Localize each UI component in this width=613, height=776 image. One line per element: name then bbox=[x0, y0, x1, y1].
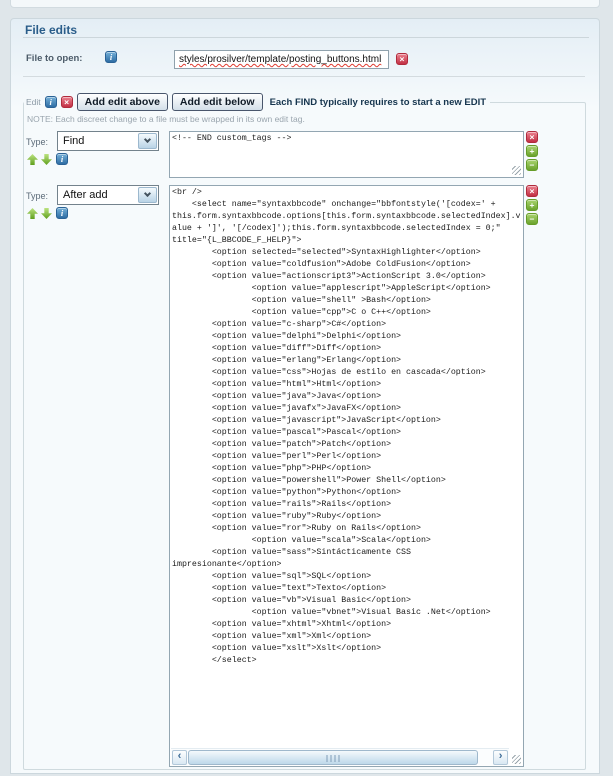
edit-type-select-find[interactable]: Find bbox=[57, 131, 159, 151]
add-row-icon[interactable]: + bbox=[526, 199, 538, 211]
resize-grip-icon[interactable] bbox=[512, 166, 521, 175]
info-icon[interactable]: i bbox=[56, 207, 68, 219]
file-to-open-label: File to open: bbox=[26, 53, 82, 64]
info-icon[interactable]: i bbox=[45, 96, 57, 108]
edit-legend: Edit i × Add edit above Add edit below E… bbox=[24, 93, 490, 111]
delete-edit-icon[interactable]: × bbox=[61, 96, 73, 108]
delete-row-icon[interactable]: × bbox=[526, 185, 538, 197]
add-row-icon[interactable]: + bbox=[526, 145, 538, 157]
info-icon[interactable]: i bbox=[105, 51, 117, 63]
section-divider bbox=[23, 76, 585, 77]
title-divider bbox=[23, 37, 589, 38]
page-title: File edits bbox=[25, 23, 77, 37]
file-to-open-value: styles/prosilver/template/posting_button… bbox=[179, 54, 381, 65]
file-edits-panel: File edits File to open: i styles/prosil… bbox=[10, 18, 600, 774]
find-code-textarea[interactable]: <!-- END custom_tags --> bbox=[169, 131, 524, 178]
type-label: Type: bbox=[26, 137, 48, 147]
after-add-code-textarea[interactable]: <br /> <select name="syntaxbbcode" oncha… bbox=[169, 185, 524, 767]
scrollbar-thumb[interactable] bbox=[188, 750, 478, 765]
delete-file-icon[interactable]: × bbox=[396, 53, 408, 65]
scrollbar-grip-icon bbox=[327, 755, 340, 762]
edit-type-select-after-add[interactable]: After add bbox=[57, 185, 159, 205]
delete-row-icon[interactable]: × bbox=[526, 131, 538, 143]
info-icon[interactable]: i bbox=[56, 153, 68, 165]
page: { "panel": { "title": "File edits" }, "f… bbox=[0, 0, 613, 776]
previous-panel-edge bbox=[10, 0, 600, 8]
add-edit-below-button[interactable]: Add edit below bbox=[172, 93, 263, 111]
remove-row-icon[interactable]: − bbox=[526, 213, 538, 225]
chevron-down-icon bbox=[138, 133, 157, 149]
resize-grip-icon[interactable] bbox=[512, 755, 521, 764]
horizontal-scrollbar[interactable]: ‹ › bbox=[171, 748, 509, 765]
find-code-text: <!-- END custom_tags --> bbox=[172, 134, 292, 143]
scroll-left-icon[interactable]: ‹ bbox=[172, 750, 187, 765]
edit-note: NOTE: Each discreet change to a file mus… bbox=[27, 114, 585, 124]
remove-row-icon[interactable]: − bbox=[526, 159, 538, 171]
add-edit-above-button[interactable]: Add edit above bbox=[77, 93, 168, 111]
file-to-open-input[interactable]: styles/prosilver/template/posting_button… bbox=[174, 50, 389, 69]
row-actions: × + − bbox=[526, 131, 538, 171]
selected-type-value: After add bbox=[58, 189, 137, 201]
row-actions: × + − bbox=[526, 185, 538, 225]
edit-legend-label: Edit bbox=[26, 97, 41, 107]
scrollbar-track[interactable] bbox=[188, 750, 492, 765]
chevron-down-icon bbox=[138, 187, 157, 203]
scroll-right-icon[interactable]: › bbox=[493, 750, 508, 765]
after-add-code-text: <br /> <select name="syntaxbbcode" oncha… bbox=[172, 188, 521, 665]
selected-type-value: Find bbox=[58, 135, 137, 147]
type-label: Type: bbox=[26, 191, 48, 201]
edit-legend-hint: Each FIND typically requires to start a … bbox=[270, 97, 486, 108]
